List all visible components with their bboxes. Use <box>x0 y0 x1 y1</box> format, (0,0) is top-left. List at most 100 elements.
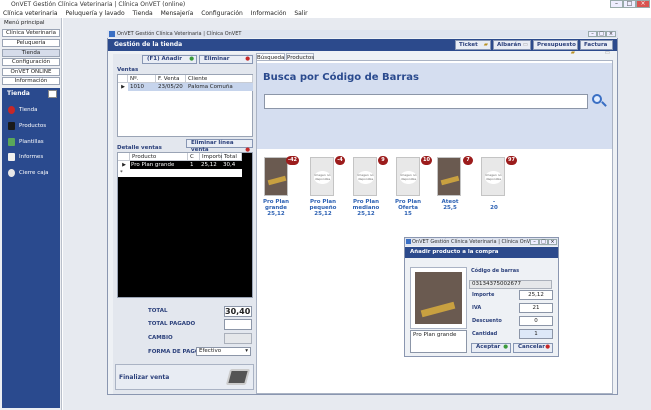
dialog-product-image <box>410 267 467 329</box>
product-image[interactable]: Imagen no disponible <box>396 157 420 196</box>
no-image-icon: Imagen no disponible <box>400 171 417 184</box>
cambio-label: CAMBIO <box>148 335 173 341</box>
col-c[interactable]: C <box>188 153 200 161</box>
detalle-row-selector: ▶ <box>118 161 130 169</box>
presupuesto-icon: ▰ <box>570 50 575 56</box>
cantidad-field[interactable]: 1 <box>519 329 553 339</box>
nav-configuracion[interactable]: Configuración <box>2 58 60 66</box>
collapse-icon[interactable] <box>48 90 57 98</box>
tienda-item-informes[interactable]: Informes <box>8 150 58 164</box>
dialog-minimize[interactable]: – <box>530 239 539 245</box>
col-fecha[interactable]: F. Venta <box>156 75 186 83</box>
nav-peluqueria[interactable]: Peluquería <box>2 39 60 47</box>
nav-informacion[interactable]: Información <box>2 77 60 85</box>
search-title: Busca por Código de Barras <box>263 72 419 83</box>
total-value: 30,40 <box>224 306 252 317</box>
nav-tienda[interactable]: Tienda <box>2 49 60 57</box>
product-label[interactable]: -20 <box>474 199 514 211</box>
delete-line-button[interactable]: Eliminar línea venta ● <box>186 139 253 153</box>
dialog-maximize[interactable]: □ <box>539 239 548 245</box>
iva-field[interactable]: 21 <box>519 303 553 313</box>
col-importe[interactable]: Importe <box>200 153 224 161</box>
detalle-grid[interactable]: Producto C Importe Total ▶ Pro Plan gran… <box>117 152 253 298</box>
shop-window-title: OnVET Gestión Clínica Veterinaria | Clín… <box>107 30 618 38</box>
product-label[interactable]: Pro Plan grande 25,12 <box>256 199 296 217</box>
barcode-value: 03134375002677 <box>469 280 552 289</box>
menu-mensajeria[interactable]: Mensajería <box>161 10 194 17</box>
product-label[interactable]: Pro Plan mediano 25,12 <box>346 199 386 217</box>
add-sale-button[interactable]: (F1) Añadir ● <box>142 55 197 64</box>
product-image[interactable]: Imagen no disponible <box>310 157 334 196</box>
cancel-button[interactable]: Cancelar ● <box>513 343 553 353</box>
product-image[interactable]: Imagen no disponible <box>481 157 505 196</box>
shop-maximize[interactable]: □ <box>597 31 606 37</box>
descuento-field[interactable]: 0 <box>519 316 553 326</box>
pagado-field[interactable] <box>224 319 252 330</box>
product-image[interactable] <box>264 157 288 196</box>
new-row[interactable]: * <box>118 169 242 177</box>
ventas-grid[interactable]: Nº. ticket F. Venta Cliente ▶ 1010 23/05… <box>117 74 253 137</box>
col-producto[interactable]: Producto <box>130 153 188 161</box>
cash-register-icon <box>225 369 251 385</box>
minimize-button[interactable]: – <box>610 0 623 8</box>
albaran-button[interactable]: Albarán ▭ <box>493 40 531 50</box>
table-row[interactable]: 1010 23/05/20 Paloma Comuña <box>128 83 253 91</box>
tienda-item-cierre[interactable]: Cierre caja <box>8 166 58 180</box>
nav-clinica[interactable]: Clínica Veterinaria <box>2 29 60 37</box>
product-image[interactable]: Imagen no disponible <box>353 157 377 196</box>
iva-label: IVA <box>472 305 482 311</box>
cambio-field <box>224 333 252 344</box>
table-row[interactable]: Pro Plan grande 1 25,12 30,4 <box>130 161 242 169</box>
shop-window-icon <box>109 31 115 37</box>
dialog-app-icon <box>406 239 411 244</box>
product-badge: -4 <box>335 156 345 165</box>
factura-button[interactable]: Factura ▭ <box>580 40 613 56</box>
forma-pago-label: FORMA DE PAGO <box>148 349 200 355</box>
plantillas-icon <box>8 137 15 146</box>
col-total[interactable]: Total <box>222 153 242 161</box>
col-ticket[interactable]: Nº. ticket <box>128 75 156 90</box>
cantidad-label: Cantidad <box>472 331 498 337</box>
cancel-icon: ● <box>545 344 550 350</box>
delete-sale-button[interactable]: Eliminar ● <box>199 55 253 64</box>
col-cliente[interactable]: Cliente <box>186 75 253 83</box>
menu-tienda[interactable]: Tienda <box>133 10 153 17</box>
product-badge: 10 <box>421 156 432 165</box>
menu-peluqueria[interactable]: Peluquería y lavado <box>66 10 125 17</box>
accept-button[interactable]: Aceptar ● <box>471 343 511 353</box>
menu-salir[interactable]: Salir <box>294 10 307 17</box>
product-image[interactable] <box>437 157 461 196</box>
importe-field[interactable]: 25,12 <box>519 290 553 300</box>
tienda-item-productos[interactable]: Productos <box>8 119 58 133</box>
tienda-item-tienda[interactable]: Tienda <box>8 103 58 117</box>
product-badge: -42 <box>286 156 300 165</box>
add-icon: ● <box>189 56 194 62</box>
tienda-title: Tienda <box>7 90 30 97</box>
close-button[interactable]: × <box>636 0 650 8</box>
product-label[interactable]: Pro Plan Oferta 15 <box>388 199 428 217</box>
shop-close[interactable]: × <box>606 31 616 37</box>
menu-configuracion[interactable]: Configuración <box>201 10 243 17</box>
shop-minimize[interactable]: – <box>588 31 597 37</box>
maximize-button[interactable]: □ <box>623 0 636 8</box>
menu-clinica[interactable]: Clínica veterinaria <box>3 10 58 17</box>
ventas-corner <box>118 75 128 83</box>
product-label[interactable]: Pro Plan pequeño 25,12 <box>303 199 343 217</box>
menu-informacion[interactable]: Información <box>251 10 287 17</box>
cierre-caja-icon <box>8 168 15 177</box>
delete-icon: ● <box>245 56 250 62</box>
total-label: TOTAL <box>148 308 168 314</box>
detalle-corner <box>118 153 130 161</box>
forma-pago-select[interactable]: Efectivo ▾ <box>196 347 251 356</box>
product-label[interactable]: Ateot 25,5 <box>430 199 470 211</box>
informes-icon <box>8 152 15 161</box>
presupuesto-button[interactable]: Presupuesto ▰ <box>533 40 578 56</box>
productos-icon <box>8 121 15 130</box>
finalizar-venta-button[interactable]: Finalizar venta <box>115 364 254 390</box>
ticket-button[interactable]: Ticket ▰ <box>455 40 491 50</box>
dialog-close[interactable]: × <box>548 239 557 245</box>
barcode-search-input[interactable] <box>264 94 588 109</box>
window-title: OnVET Gestión Clínica Veterinaria | Clín… <box>0 0 651 9</box>
tienda-item-plantillas[interactable]: Plantillas <box>8 135 58 149</box>
nav-online[interactable]: OnVET ONLINE <box>2 68 60 76</box>
